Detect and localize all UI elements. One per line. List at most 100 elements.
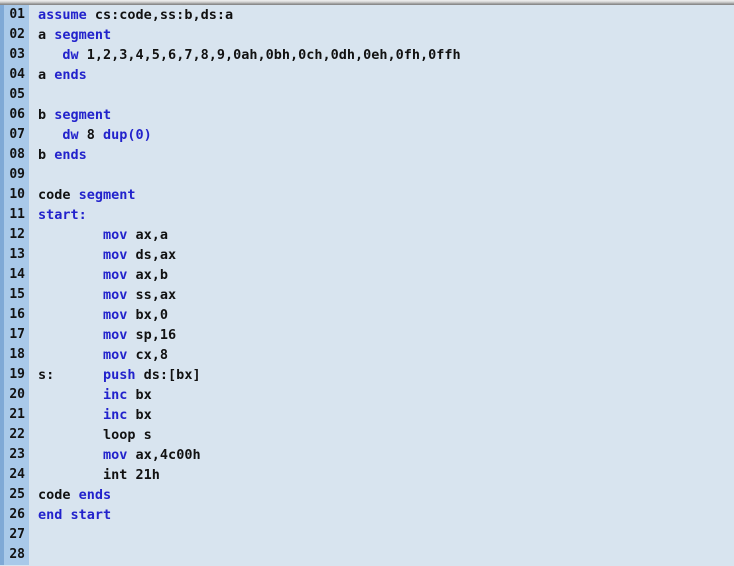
code-line-text[interactable]: b ends	[29, 145, 734, 165]
code-line-text[interactable]: s: push ds:[bx]	[29, 365, 734, 385]
code-line-text[interactable]: assume cs:code,ss:b,ds:a	[29, 5, 734, 25]
line-number-label: 20	[9, 387, 25, 402]
code-line[interactable]: 16 mov bx,0	[0, 305, 734, 325]
code-line-text[interactable]: inc bx	[29, 405, 734, 425]
code-operand: loop s	[38, 427, 152, 443]
code-line-text[interactable]: end start	[29, 505, 734, 525]
code-operand	[38, 47, 62, 63]
code-line[interactable]: 17 mov sp,16	[0, 325, 734, 345]
code-line[interactable]: 07 dw 8 dup(0)	[0, 125, 734, 145]
line-number-label: 23	[9, 447, 25, 462]
code-line[interactable]: 28	[0, 545, 734, 565]
code-line[interactable]: 27	[0, 525, 734, 545]
line-number: 13	[0, 245, 29, 265]
code-line-text[interactable]: int 21h	[29, 465, 734, 485]
code-line-text[interactable]: mov bx,0	[29, 305, 734, 325]
code-line-text[interactable]: a ends	[29, 65, 734, 85]
line-number-label: 10	[9, 187, 25, 202]
code-line-text[interactable]: a segment	[29, 25, 734, 45]
line-number: 06	[0, 105, 29, 125]
line-number-label: 04	[9, 67, 25, 82]
code-line[interactable]: 24 int 21h	[0, 465, 734, 485]
code-keyword: start:	[38, 207, 87, 223]
code-keyword: ends	[54, 147, 87, 163]
line-number: 22	[0, 425, 29, 445]
line-number-label: 06	[9, 107, 25, 122]
code-operand	[38, 227, 103, 243]
code-keyword: mov	[103, 347, 128, 363]
line-number: 26	[0, 505, 29, 525]
line-number: 27	[0, 525, 29, 545]
line-number-label: 25	[9, 487, 25, 502]
code-keyword: inc	[103, 387, 128, 403]
code-line-text[interactable]: mov ss,ax	[29, 285, 734, 305]
code-keyword: segment	[54, 27, 112, 43]
line-number: 09	[0, 165, 29, 185]
code-line-text[interactable]: mov cx,8	[29, 345, 734, 365]
code-line[interactable]: 06 b segment	[0, 105, 734, 125]
code-line[interactable]: 15 mov ss,ax	[0, 285, 734, 305]
line-number: 04	[0, 65, 29, 85]
code-line[interactable]: 26 end start	[0, 505, 734, 525]
code-keyword: mov	[103, 247, 128, 263]
code-keyword: inc	[103, 407, 128, 423]
line-number: 25	[0, 485, 29, 505]
code-operand: b	[38, 107, 55, 123]
line-number-label: 18	[9, 347, 25, 362]
code-line[interactable]: 13 mov ds,ax	[0, 245, 734, 265]
code-line-text[interactable]: dw 8 dup(0)	[29, 125, 734, 145]
code-line-text[interactable]: inc bx	[29, 385, 734, 405]
code-operand: sp,16	[127, 327, 177, 343]
code-line[interactable]: 03 dw 1,2,3,4,5,6,7,8,9,0ah,0bh,0ch,0dh,…	[0, 45, 734, 65]
line-number: 07	[0, 125, 29, 145]
code-operand	[38, 347, 103, 363]
code-line-text[interactable]	[29, 85, 734, 105]
code-line-text[interactable]	[29, 165, 734, 185]
line-number: 24	[0, 465, 29, 485]
line-number: 11	[0, 205, 29, 225]
code-operand	[38, 407, 103, 423]
code-line-text[interactable]: mov ds,ax	[29, 245, 734, 265]
code-text-area[interactable]: 01 assume cs:code,ss:b,ds:a 02 a segment 03 …	[0, 5, 734, 566]
code-line-text[interactable]: mov sp,16	[29, 325, 734, 345]
code-operand: ss,ax	[127, 287, 177, 303]
code-line[interactable]: 19 s: push ds:[bx]	[0, 365, 734, 385]
code-line[interactable]: 09	[0, 165, 734, 185]
line-number: 18	[0, 345, 29, 365]
code-line[interactable]: 21 inc bx	[0, 405, 734, 425]
code-line[interactable]: 08 b ends	[0, 145, 734, 165]
code-line[interactable]: 23 mov ax,4c00h	[0, 445, 734, 465]
code-line-text[interactable]: b segment	[29, 105, 734, 125]
code-line-text[interactable]: start:	[29, 205, 734, 225]
code-line-text[interactable]: loop s	[29, 425, 734, 445]
line-number: 05	[0, 85, 29, 105]
code-operand	[38, 387, 103, 403]
code-line[interactable]: 10 code segment	[0, 185, 734, 205]
code-line-text[interactable]: code segment	[29, 185, 734, 205]
code-line-text[interactable]: mov ax,4c00h	[29, 445, 734, 465]
code-editor-window: 01 assume cs:code,ss:b,ds:a 02 a segment 03 …	[0, 0, 734, 566]
code-line-text[interactable]: code ends	[29, 485, 734, 505]
code-line[interactable]: 05	[0, 85, 734, 105]
code-line[interactable]: 12 mov ax,a	[0, 225, 734, 245]
code-line[interactable]: 22 loop s	[0, 425, 734, 445]
code-operand: ax,b	[127, 267, 169, 283]
code-line[interactable]: 14 mov ax,b	[0, 265, 734, 285]
code-line[interactable]: 25 code ends	[0, 485, 734, 505]
line-number-label: 08	[9, 147, 25, 162]
code-line-text[interactable]: mov ax,b	[29, 265, 734, 285]
line-number: 21	[0, 405, 29, 425]
code-line[interactable]: 04 a ends	[0, 65, 734, 85]
code-line[interactable]: 01 assume cs:code,ss:b,ds:a	[0, 5, 734, 25]
code-line-text[interactable]	[29, 545, 734, 565]
line-number-label: 17	[9, 327, 25, 342]
code-line[interactable]: 11 start:	[0, 205, 734, 225]
code-line-text[interactable]	[29, 525, 734, 545]
code-operand: int 21h	[38, 467, 160, 483]
code-line-text[interactable]: mov ax,a	[29, 225, 734, 245]
code-operand: 8	[78, 127, 104, 143]
code-line[interactable]: 02 a segment	[0, 25, 734, 45]
code-line[interactable]: 20 inc bx	[0, 385, 734, 405]
code-line[interactable]: 18 mov cx,8	[0, 345, 734, 365]
code-line-text[interactable]: dw 1,2,3,4,5,6,7,8,9,0ah,0bh,0ch,0dh,0eh…	[29, 45, 734, 65]
